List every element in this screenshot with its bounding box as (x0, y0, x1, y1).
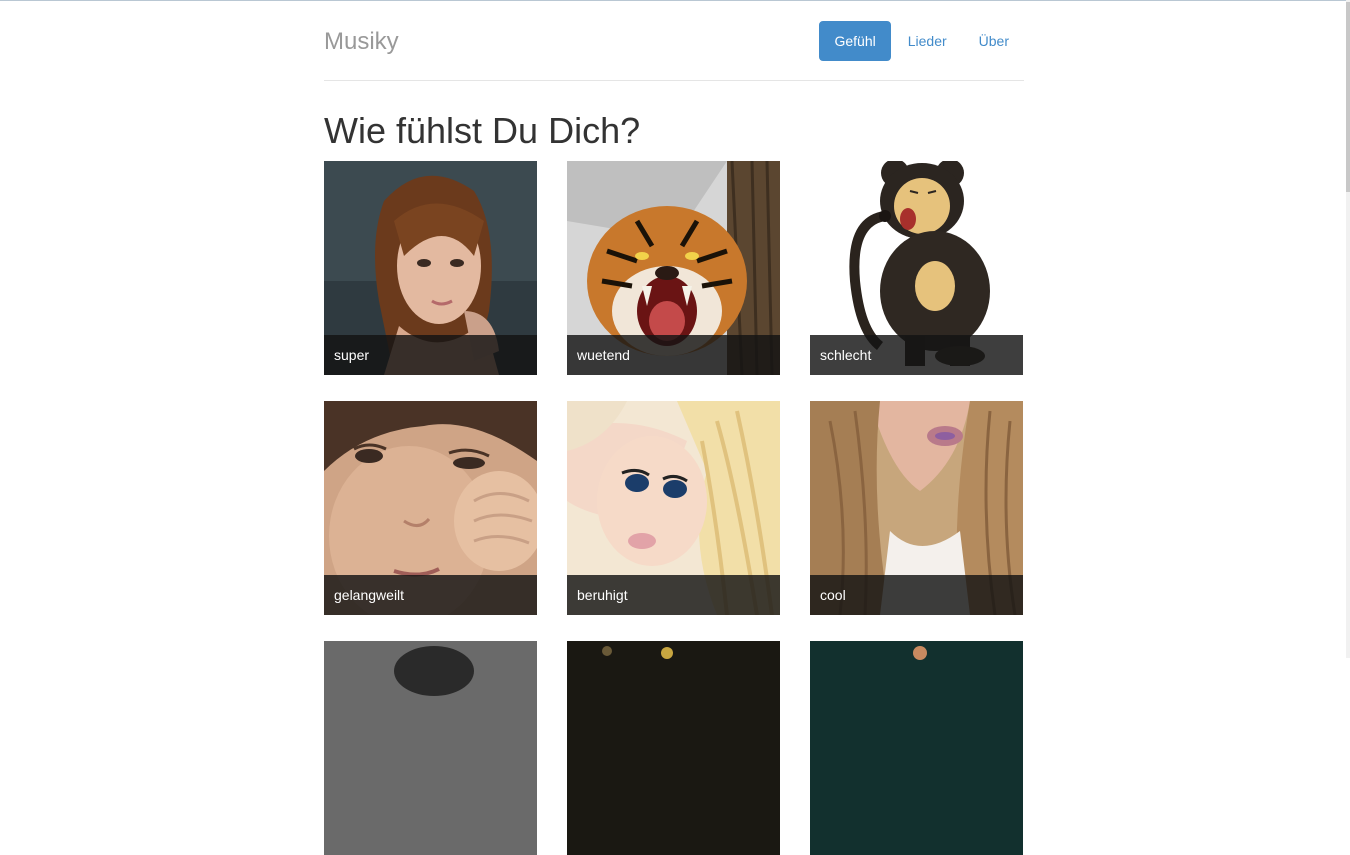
mood-caption: super (324, 335, 537, 375)
mood-caption: beruhigt (567, 575, 780, 615)
mood-tile-wuetend[interactable]: wuetend (567, 161, 780, 375)
mood-caption: cool (810, 575, 1023, 615)
mood-tile-beruhigt[interactable]: beruhigt (567, 401, 780, 615)
mood-tile-row3-1[interactable] (324, 641, 537, 855)
nav-item-ueber[interactable]: Über (964, 21, 1024, 61)
scrollbar-thumb[interactable] (1346, 2, 1350, 192)
page-scrollbar[interactable] (1346, 0, 1350, 658)
brand-logo[interactable]: Musiky (324, 28, 399, 56)
nav-item-gefuehl[interactable]: Gefühl (819, 21, 891, 61)
mood-label: gelangweilt (334, 587, 405, 603)
site-header: Musiky Gefühl Lieder Über (324, 0, 1024, 81)
mood-caption: gelangweilt (324, 575, 537, 615)
mood-label: schlecht (820, 347, 872, 363)
nav-item-lieder[interactable]: Lieder (893, 21, 962, 61)
photo-image (324, 641, 537, 855)
mood-label: cool (820, 587, 846, 603)
mood-caption: wuetend (567, 335, 780, 375)
mood-label: super (334, 347, 370, 363)
mood-tile-gelangweilt[interactable]: gelangweilt (324, 401, 537, 615)
mood-tile-schlecht[interactable]: schlecht (810, 161, 1023, 375)
mood-label: beruhigt (577, 587, 628, 603)
main-nav: Gefühl Lieder Über (817, 21, 1024, 61)
mood-tile-cool[interactable]: cool (810, 401, 1023, 615)
mood-caption: schlecht (810, 335, 1023, 375)
mood-tile-row3-2[interactable] (567, 641, 780, 855)
mood-label: wuetend (577, 347, 630, 363)
photo-image (567, 641, 780, 855)
mood-tile-row3-3[interactable] (810, 641, 1023, 855)
mood-tile-super[interactable]: super (324, 161, 537, 375)
photo-image (810, 641, 1023, 855)
page-title: Wie fühlst Du Dich? (324, 110, 641, 151)
